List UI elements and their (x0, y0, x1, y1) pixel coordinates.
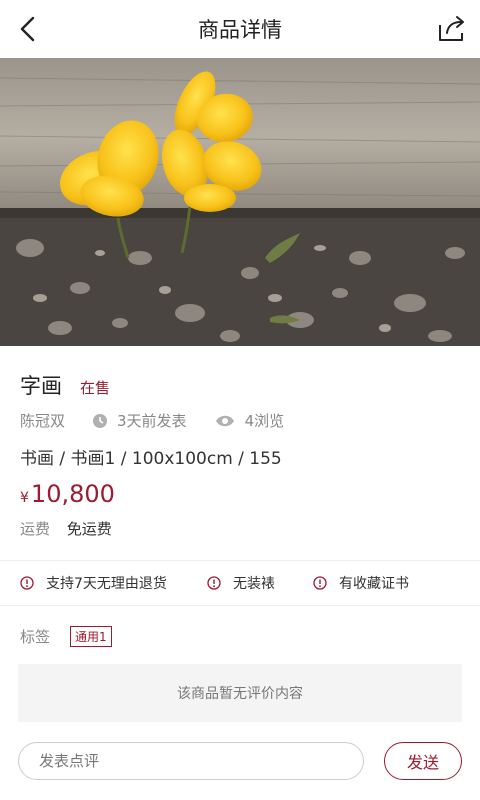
view-count: 4浏览 (244, 412, 285, 430)
page-title: 商品详情 (198, 18, 282, 42)
divider (0, 605, 480, 606)
guarantee-item: 有收藏证书 (313, 573, 409, 593)
author-name[interactable]: 陈冠双 (20, 410, 65, 431)
shipping-value: 免运费 (66, 520, 112, 538)
guarantee-text: 有收藏证书 (339, 576, 409, 592)
posted-time: 3天前发表 (117, 412, 187, 430)
product-photo (0, 58, 480, 346)
guarantee-item: 支持7天无理由退货 (20, 573, 167, 593)
top-bar: 商品详情 (0, 0, 480, 58)
guarantee-item: 无装裱 (207, 573, 275, 593)
shipping-row: 运费 免运费 (20, 518, 112, 539)
clock-icon (93, 413, 108, 428)
info-circle-icon (207, 576, 221, 590)
price-value: 10,800 (30, 480, 115, 508)
product-image[interactable] (0, 58, 480, 346)
price: ¥10,800 (20, 480, 115, 508)
eye-icon (215, 415, 235, 427)
share-icon[interactable] (436, 14, 468, 44)
shipping-label: 运费 (20, 520, 51, 538)
no-comments-text: 该商品暂无评价内容 (177, 686, 303, 702)
meta-row: 陈冠双 3天前发表 4浏览 (20, 410, 284, 431)
tags-row: 标签 通用1 (20, 626, 112, 647)
product-spec: 书画 / 书画1 / 100x100cm / 155 (20, 449, 282, 469)
info-circle-icon (313, 576, 327, 590)
tags-label: 标签 (20, 628, 51, 646)
comment-input[interactable] (18, 742, 364, 780)
no-comments-box: 该商品暂无评价内容 (18, 664, 462, 722)
tag-chip[interactable]: 通用1 (70, 626, 112, 647)
send-button[interactable]: 发送 (384, 742, 462, 780)
name-row: 字画 在售 (20, 370, 110, 400)
product-name: 字画 (20, 374, 62, 398)
sale-status: 在售 (80, 379, 111, 397)
info-circle-icon (20, 576, 34, 590)
currency-symbol: ¥ (20, 490, 29, 506)
guarantee-text: 无装裱 (233, 576, 275, 592)
guarantee-row: 支持7天无理由退货 无装裱 有收藏证书 (0, 561, 480, 605)
guarantee-text: 支持7天无理由退货 (46, 576, 167, 592)
